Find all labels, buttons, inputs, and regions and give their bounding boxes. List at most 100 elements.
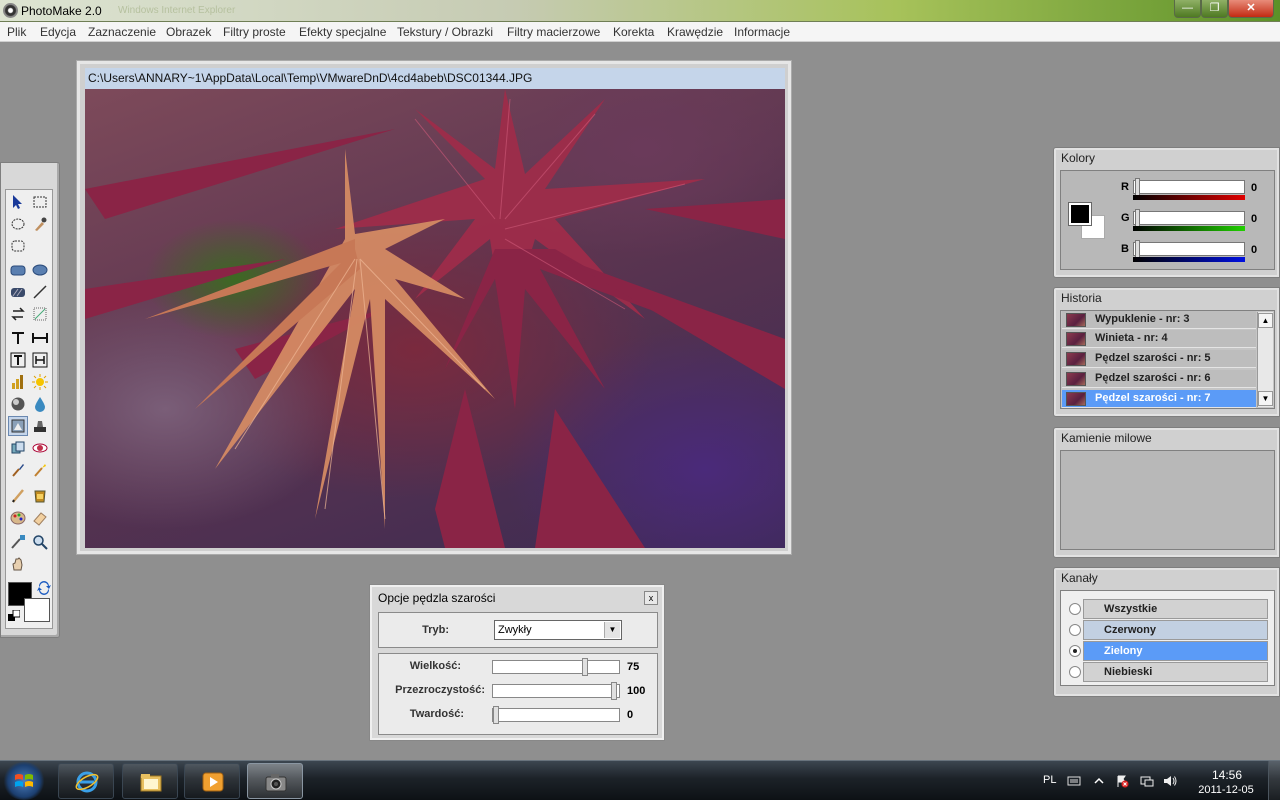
- red-slider-thumb[interactable]: [1135, 178, 1140, 196]
- start-button[interactable]: [2, 762, 46, 800]
- keyboard-icon[interactable]: [1067, 774, 1081, 788]
- rounded-rect-icon[interactable]: [8, 260, 28, 280]
- close-button[interactable]: ✕: [1228, 0, 1274, 18]
- maximize-button[interactable]: ❐: [1201, 0, 1228, 18]
- milestones-list[interactable]: [1060, 450, 1275, 550]
- swap-colors-icon[interactable]: [36, 580, 52, 596]
- pattern-fill-icon[interactable]: [8, 282, 28, 302]
- menu-edycja[interactable]: Edycja: [40, 25, 76, 39]
- tray-expand-icon[interactable]: [1092, 774, 1106, 788]
- eraser-icon[interactable]: [30, 508, 50, 528]
- opacity-slider[interactable]: [492, 682, 620, 700]
- menu-obrazek[interactable]: Obrazek: [166, 25, 211, 39]
- flip-icon[interactable]: [8, 304, 28, 324]
- paint-bucket-icon[interactable]: [30, 486, 50, 506]
- blue-slider-thumb[interactable]: [1135, 240, 1140, 258]
- menu-zaznaczenie[interactable]: Zaznaczenie: [88, 25, 156, 39]
- channel-row-all[interactable]: Wszystkie: [1083, 599, 1268, 619]
- hand-icon[interactable]: [8, 554, 28, 574]
- channel-row-blue[interactable]: Niebieski: [1083, 662, 1268, 682]
- zoom-icon[interactable]: [30, 532, 50, 552]
- history-item[interactable]: Wypuklenie - nr: 3: [1062, 311, 1256, 329]
- levels-icon[interactable]: [8, 372, 28, 392]
- reset-colors-icon[interactable]: [8, 610, 20, 622]
- clock-time[interactable]: 14:56: [1197, 768, 1257, 782]
- language-indicator[interactable]: PL: [1043, 774, 1056, 786]
- minimize-button[interactable]: —: [1174, 0, 1201, 18]
- line-icon[interactable]: [30, 282, 50, 302]
- sphere-icon[interactable]: [8, 394, 28, 414]
- text-width-icon[interactable]: [30, 328, 50, 348]
- red-slider[interactable]: [1133, 178, 1245, 196]
- channel-label: Czerwony: [1104, 624, 1156, 636]
- channel-radio-green[interactable]: [1069, 645, 1081, 657]
- rect-select-icon[interactable]: [30, 192, 50, 212]
- photo-canvas[interactable]: [85, 89, 785, 548]
- channel-row-red[interactable]: Czerwony: [1083, 620, 1268, 640]
- channel-radio-blue[interactable]: [1069, 666, 1081, 678]
- size-slider[interactable]: [492, 658, 620, 676]
- network-icon[interactable]: [1140, 774, 1154, 788]
- color-picker-icon[interactable]: [8, 532, 28, 552]
- menu-informacje[interactable]: Informacje: [734, 25, 790, 39]
- stamp-icon[interactable]: [30, 416, 50, 436]
- ellipse-shape-icon[interactable]: [30, 260, 50, 280]
- menu-filtry-macierzowe[interactable]: Filtry macierzowe: [507, 25, 600, 39]
- blue-slider[interactable]: [1133, 240, 1245, 258]
- text-icon[interactable]: [8, 328, 28, 348]
- smudge-icon[interactable]: [30, 460, 50, 480]
- history-item[interactable]: Pędzel szarości - nr: 5: [1062, 350, 1256, 368]
- panel-foreground-swatch[interactable]: [1069, 203, 1091, 225]
- menu-tekstury-obrazki[interactable]: Tekstury / Obrazki: [397, 25, 493, 39]
- action-center-flag-icon[interactable]: [1115, 774, 1129, 788]
- opacity-slider-thumb[interactable]: [611, 682, 617, 700]
- volume-icon[interactable]: [1163, 774, 1177, 788]
- size-slider-thumb[interactable]: [582, 658, 588, 676]
- dialog-close-button[interactable]: x: [644, 591, 658, 605]
- clone-icon[interactable]: [8, 438, 28, 458]
- channel-radio-red[interactable]: [1069, 624, 1081, 636]
- brightness-icon[interactable]: [30, 372, 50, 392]
- chevron-down-icon[interactable]: ▼: [604, 622, 620, 638]
- channel-radio-all[interactable]: [1069, 603, 1081, 615]
- eyedropper-icon[interactable]: [30, 214, 50, 234]
- green-slider-thumb[interactable]: [1135, 209, 1140, 227]
- taskbar-explorer[interactable]: [122, 763, 178, 799]
- menu-korekta[interactable]: Korekta: [613, 25, 654, 39]
- scroll-down-icon[interactable]: ▼: [1258, 391, 1273, 406]
- lasso-select-icon[interactable]: [8, 236, 28, 256]
- blur-drop-icon[interactable]: [30, 394, 50, 414]
- red-eye-icon[interactable]: [30, 438, 50, 458]
- pointer-icon[interactable]: [8, 192, 28, 212]
- palette-icon[interactable]: [8, 508, 28, 528]
- history-item[interactable]: Winieta - nr: 4: [1062, 330, 1256, 348]
- scroll-up-icon[interactable]: ▲: [1258, 313, 1273, 328]
- menu-efekty-specjalne[interactable]: Efekty specjalne: [299, 25, 386, 39]
- show-desktop-button[interactable]: [1268, 761, 1280, 800]
- taskbar-media-player[interactable]: [184, 763, 240, 799]
- history-item[interactable]: Pędzel szarości - nr: 6: [1062, 370, 1256, 388]
- hardness-slider-thumb[interactable]: [493, 706, 499, 724]
- taskbar-photomake[interactable]: [247, 763, 303, 799]
- channels-panel-title: Kanały: [1061, 571, 1098, 585]
- pencil-icon[interactable]: [8, 486, 28, 506]
- menu-filtry-proste[interactable]: Filtry proste: [223, 25, 286, 39]
- crop-icon[interactable]: [30, 304, 50, 324]
- app-camera-icon[interactable]: [3, 3, 18, 18]
- background-color-swatch[interactable]: [24, 598, 50, 622]
- menu-krawedzie[interactable]: Krawędzie: [667, 25, 723, 39]
- gray-brush-icon[interactable]: [8, 416, 28, 436]
- mode-select[interactable]: Zwykły ▼: [494, 620, 622, 640]
- hardness-slider[interactable]: [492, 706, 620, 724]
- ellipse-select-icon[interactable]: [8, 214, 28, 234]
- history-scrollbar[interactable]: ▲ ▼: [1257, 312, 1273, 407]
- green-slider[interactable]: [1133, 209, 1245, 227]
- taskbar-internet-explorer[interactable]: [58, 763, 114, 799]
- channel-row-green[interactable]: Zielony: [1083, 641, 1268, 661]
- text-area-icon[interactable]: [30, 350, 50, 370]
- history-item-selected[interactable]: Pędzel szarości - nr: 7: [1062, 390, 1256, 408]
- text-box-icon[interactable]: [8, 350, 28, 370]
- menu-plik[interactable]: Plik: [7, 25, 26, 39]
- paint-brush-icon[interactable]: [8, 460, 28, 480]
- clock-date[interactable]: 2011-12-05: [1193, 784, 1259, 796]
